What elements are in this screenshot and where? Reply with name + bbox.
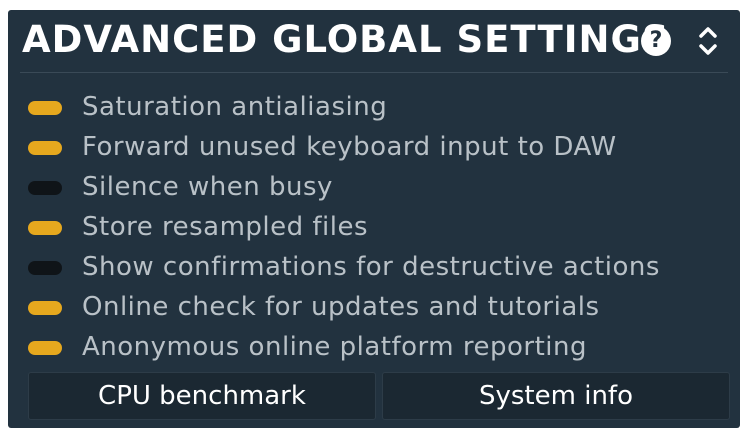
toggle-switch[interactable] — [28, 301, 62, 315]
setting-label: Online check for updates and tutorials — [82, 292, 600, 322]
setting-saturation-antialiasing[interactable]: Saturation antialiasing — [8, 88, 740, 128]
setting-show-confirmations[interactable]: Show confirmations for destructive actio… — [8, 248, 740, 288]
toggle-switch[interactable] — [28, 221, 62, 235]
question-mark-icon[interactable]: ? — [641, 26, 671, 56]
advanced-global-settings-panel: ADVANCED GLOBAL SETTINGS ? Saturation an… — [8, 10, 740, 428]
setting-label: Anonymous online platform reporting — [82, 332, 587, 362]
system-info-button[interactable]: System info — [382, 372, 730, 420]
panel-title: ADVANCED GLOBAL SETTINGS — [22, 18, 670, 61]
toggle-switch[interactable] — [28, 181, 62, 195]
setting-silence-when-busy[interactable]: Silence when busy — [8, 168, 740, 208]
setting-label: Silence when busy — [82, 172, 333, 202]
setting-anonymous-reporting[interactable]: Anonymous online platform reporting — [8, 328, 740, 368]
toggle-switch[interactable] — [28, 101, 62, 115]
setting-label: Forward unused keyboard input to DAW — [82, 132, 617, 162]
setting-online-check-updates[interactable]: Online check for updates and tutorials — [8, 288, 740, 328]
panel-header: ADVANCED GLOBAL SETTINGS ? — [8, 10, 740, 72]
header-divider — [20, 72, 728, 73]
toggle-switch[interactable] — [28, 261, 62, 275]
setting-label: Saturation antialiasing — [82, 92, 388, 122]
setting-store-resampled-files[interactable]: Store resampled files — [8, 208, 740, 248]
setting-forward-keyboard-input[interactable]: Forward unused keyboard input to DAW — [8, 128, 740, 168]
setting-label: Show confirmations for destructive actio… — [82, 252, 660, 282]
toggle-switch[interactable] — [28, 141, 62, 155]
action-buttons: CPU benchmark System info — [28, 372, 730, 420]
cpu-benchmark-button[interactable]: CPU benchmark — [28, 372, 376, 420]
toggle-switch[interactable] — [28, 341, 62, 355]
chevron-up-down-icon[interactable] — [696, 22, 720, 60]
setting-label: Store resampled files — [82, 212, 369, 242]
settings-list: Saturation antialiasing Forward unused k… — [8, 88, 740, 368]
